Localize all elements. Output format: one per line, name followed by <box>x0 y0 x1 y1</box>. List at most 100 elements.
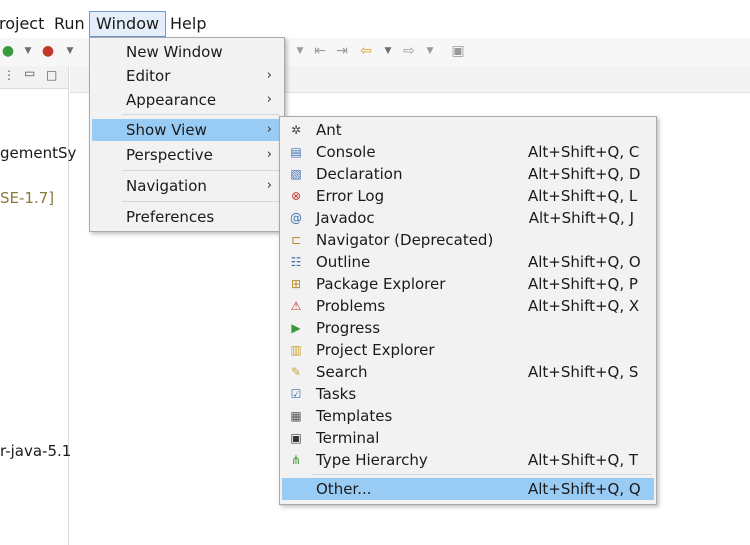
tasks-icon: ☑ <box>290 387 302 401</box>
project-explorer-icon: ▥ <box>290 343 302 357</box>
show-view-item-label: Console <box>316 143 376 161</box>
menu-item-label: Appearance <box>126 91 217 109</box>
show-view-item-type-hierarchy[interactable]: ⋔ Type Hierarchy Alt+Shift+Q, T <box>282 449 654 471</box>
menu-item-editor[interactable]: Editor › <box>92 65 282 87</box>
menu-item-label: Editor <box>126 67 171 85</box>
show-view-item-ant[interactable]: ✲ Ant <box>282 119 654 141</box>
show-view-item-progress[interactable]: ▶ Progress <box>282 317 654 339</box>
problems-icon: ⚠ <box>290 299 302 313</box>
menu-item-label: New Window <box>126 43 223 61</box>
show-view-item-error-log[interactable]: ⊗ Error Log Alt+Shift+Q, L <box>282 185 654 207</box>
menu-bar: roject Run Window Help <box>0 11 750 37</box>
shortcut-label: Alt+Shift+Q, J <box>528 209 634 227</box>
menu-item-show-view[interactable]: Show View › <box>92 119 282 141</box>
shortcut-label: Alt+Shift+Q, Q <box>528 480 641 498</box>
jar-label[interactable]: r-java-5.1 <box>0 442 71 460</box>
show-view-item-label: Templates <box>316 407 393 425</box>
submenu-arrow-icon: › <box>266 92 272 107</box>
shortcut-label: Alt+Shift+Q, P <box>528 275 638 293</box>
next-annotation-icon[interactable]: ⇥ <box>334 43 350 59</box>
shortcut-label: Alt+Shift+Q, C <box>528 143 640 161</box>
menu-item-label: Navigation <box>126 177 207 195</box>
shortcut-label: Alt+Shift+Q, D <box>528 165 641 183</box>
pin-editor-icon[interactable]: ▣ <box>450 43 466 59</box>
show-view-item-project-explorer[interactable]: ▥ Project Explorer <box>282 339 654 361</box>
show-view-item-label: Project Explorer <box>316 341 435 359</box>
dropdown-arrow-icon[interactable]: ▼ <box>20 43 36 59</box>
menu-item-appearance[interactable]: Appearance › <box>92 89 282 111</box>
show-view-submenu: ✲ Ant ▤ Console Alt+Shift+Q, C ▧ Declaration Al… <box>279 116 657 505</box>
show-view-item-tasks[interactable]: ☑ Tasks <box>282 383 654 405</box>
show-view-item-problems[interactable]: ⚠ Problems Alt+Shift+Q, X <box>282 295 654 317</box>
menu-separator <box>122 201 280 202</box>
show-view-item-label: Other... <box>316 480 372 498</box>
submenu-arrow-icon: › <box>266 68 272 83</box>
menu-run[interactable]: Run <box>48 13 91 35</box>
show-view-item-label: Problems <box>316 297 386 315</box>
show-view-item-console[interactable]: ▤ Console Alt+Shift+Q, C <box>282 141 654 163</box>
show-view-item-label: Type Hierarchy <box>316 451 428 469</box>
left-view-pane: ⋮ ▭ □ gementSy SE-1.7] r-java-5.1 <box>0 66 76 545</box>
jre-library-label[interactable]: SE-1.7] <box>0 189 54 207</box>
error-log-icon: ⊗ <box>290 189 302 203</box>
menu-item-label: Preferences <box>126 208 215 226</box>
dropdown-arrow-icon[interactable]: ▼ <box>422 43 438 59</box>
menu-window[interactable]: Window <box>89 11 167 37</box>
submenu-arrow-icon: › <box>266 147 272 162</box>
menu-item-label: Show View <box>126 121 207 139</box>
menu-project[interactable]: roject <box>0 13 50 35</box>
menu-help[interactable]: Help <box>164 13 212 35</box>
terminal-icon: ▣ <box>290 431 302 445</box>
show-view-item-label: Javadoc <box>316 209 375 227</box>
show-view-item-label: Terminal <box>316 429 380 447</box>
forward-arrow-icon[interactable]: ⇨ <box>401 43 417 59</box>
show-view-item-label: Declaration <box>316 165 403 183</box>
dropdown-arrow-icon[interactable]: ▼ <box>380 43 396 59</box>
shortcut-label: Alt+Shift+Q, S <box>528 363 639 381</box>
show-view-item-label: Navigator (Deprecated) <box>316 231 494 249</box>
menu-item-perspective[interactable]: Perspective › <box>92 144 282 166</box>
tree-item-label[interactable]: gementSy <box>0 144 76 162</box>
view-header: ⋮ ▭ □ <box>0 66 68 89</box>
run-icon[interactable]: ● <box>40 43 56 59</box>
menu-item-navigation[interactable]: Navigation › <box>92 175 282 197</box>
menu-separator <box>122 114 280 115</box>
outline-icon: ☷ <box>290 255 302 269</box>
show-view-item-label: Search <box>316 363 368 381</box>
show-view-item-package-explorer[interactable]: ⊞ Package Explorer Alt+Shift+Q, P <box>282 273 654 295</box>
show-view-item-declaration[interactable]: ▧ Declaration Alt+Shift+Q, D <box>282 163 654 185</box>
prev-annotation-icon[interactable]: ⇤ <box>312 43 328 59</box>
ant-icon: ✲ <box>290 123 302 137</box>
menu-item-preferences[interactable]: Preferences <box>92 206 282 228</box>
menu-separator <box>122 170 280 171</box>
show-view-item-javadoc[interactable]: @ Javadoc Alt+Shift+Q, J <box>282 207 654 229</box>
progress-icon: ▶ <box>291 321 301 335</box>
menu-separator <box>312 474 652 475</box>
show-view-item-search[interactable]: ✎ Search Alt+Shift+Q, S <box>282 361 654 383</box>
show-view-item-label: Progress <box>316 319 381 337</box>
run-debug-icon[interactable]: ● <box>0 43 16 59</box>
maximize-icon[interactable]: □ <box>46 68 57 82</box>
menu-item-label: Perspective <box>126 146 213 164</box>
back-arrow-icon[interactable]: ⇦ <box>358 43 374 59</box>
view-menu-icon[interactable]: ⋮ <box>3 68 15 82</box>
minimize-icon[interactable]: ▭ <box>24 66 35 80</box>
javadoc-icon: @ <box>290 211 302 225</box>
shortcut-label: Alt+Shift+Q, T <box>528 451 639 469</box>
show-view-item-outline[interactable]: ☷ Outline Alt+Shift+Q, O <box>282 251 654 273</box>
show-view-item-templates[interactable]: ▦ Templates <box>282 405 654 427</box>
show-view-item-label: Outline <box>316 253 371 271</box>
templates-icon: ▦ <box>290 409 302 423</box>
show-view-item-terminal[interactable]: ▣ Terminal <box>282 427 654 449</box>
shortcut-label: Alt+Shift+Q, X <box>528 297 640 315</box>
dropdown-arrow-icon[interactable]: ▼ <box>62 43 78 59</box>
dropdown-arrow-icon[interactable]: ▼ <box>292 43 308 59</box>
window-menu: New Window Editor › Appearance › Show View › Pe… <box>89 37 285 232</box>
console-icon: ▤ <box>290 145 302 159</box>
shortcut-label: Alt+Shift+Q, L <box>528 187 638 205</box>
show-view-item-label: Ant <box>316 121 342 139</box>
show-view-item-other[interactable]: Other... Alt+Shift+Q, Q <box>282 478 654 500</box>
show-view-item-label: Error Log <box>316 187 385 205</box>
menu-item-new-window[interactable]: New Window <box>92 41 282 63</box>
show-view-item-navigator-deprecated[interactable]: ⊏ Navigator (Deprecated) <box>282 229 654 251</box>
